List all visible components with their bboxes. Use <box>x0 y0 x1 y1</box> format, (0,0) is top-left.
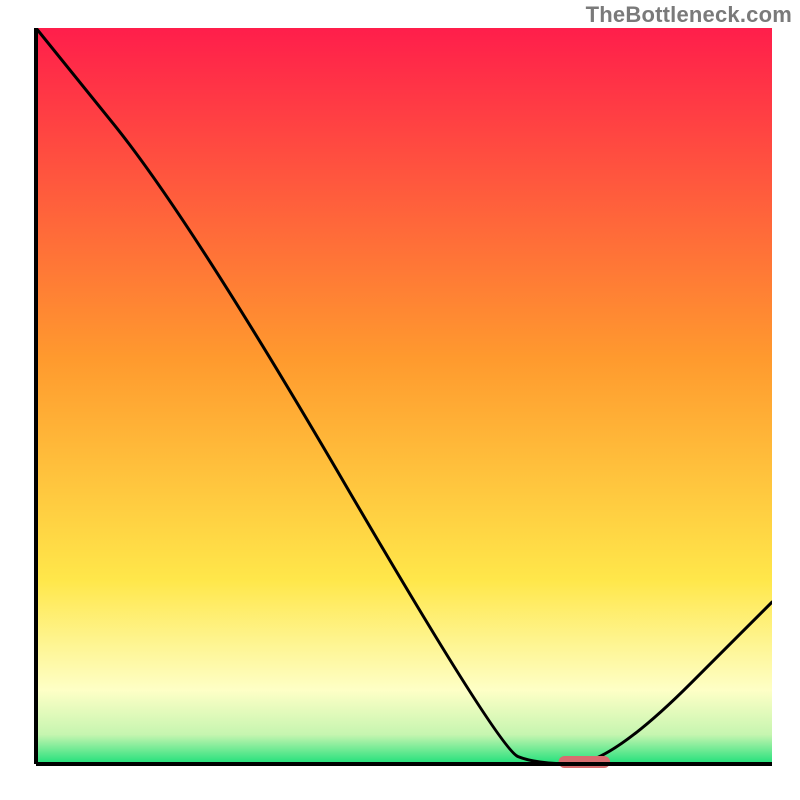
watermark-label: TheBottleneck.com <box>586 2 792 28</box>
gradient-background <box>36 28 772 764</box>
bottleneck-chart <box>28 28 772 772</box>
chart-container: TheBottleneck.com <box>0 0 800 800</box>
